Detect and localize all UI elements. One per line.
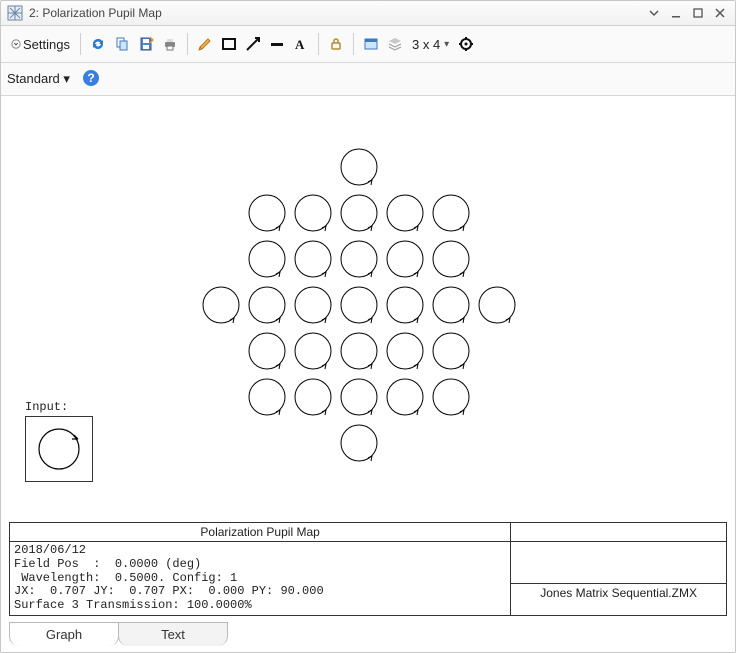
polarization-ellipse [431, 193, 471, 233]
footer-info-table: Polarization Pupil Map 2018/06/12 Field … [9, 522, 727, 616]
copy-icon[interactable] [111, 33, 133, 55]
app-icon [7, 5, 23, 21]
pupil-map-plot [9, 100, 727, 492]
standard-view-dropdown[interactable]: Standard ▾ [7, 71, 70, 87]
footer-heading: Polarization Pupil Map [10, 523, 511, 542]
pencil-icon[interactable] [194, 33, 216, 55]
input-polarization-box: Input: [25, 400, 93, 482]
footer-empty-cell [511, 523, 726, 542]
polarization-ellipse [385, 331, 425, 371]
svg-text:?: ? [87, 71, 94, 85]
rectangle-tool-icon[interactable] [218, 33, 240, 55]
save-icon[interactable] [135, 33, 157, 55]
tab-label: Text [161, 627, 185, 642]
target-reset-icon[interactable] [455, 33, 477, 55]
settings-expander[interactable]: Settings [7, 33, 74, 55]
input-label: Input: [25, 400, 93, 414]
polarization-ellipse [293, 331, 333, 371]
tab-label: Graph [46, 627, 82, 642]
polarization-ellipse [247, 285, 287, 325]
maximize-button[interactable] [689, 4, 707, 22]
polarization-ellipse [385, 377, 425, 417]
app-window: 2: Polarization Pupil Map Settings [0, 0, 736, 653]
polarization-ellipse [247, 239, 287, 279]
polarization-ellipse [293, 193, 333, 233]
polarization-ellipse [339, 423, 379, 463]
chevron-down-icon: ▾ [442, 39, 449, 50]
polarization-ellipse [431, 285, 471, 325]
polarization-ellipse [293, 239, 333, 279]
input-ellipse-icon [35, 425, 83, 473]
grid-dimensions-text: 3 x 4 [412, 37, 440, 52]
svg-text:A: A [295, 37, 305, 52]
input-ellipse-frame [25, 416, 93, 482]
settings-label: Settings [23, 37, 70, 52]
toolbar-separator [80, 33, 81, 55]
polarization-ellipse [339, 147, 379, 187]
window-layout-icon[interactable] [360, 33, 382, 55]
lock-aspect-icon[interactable] [325, 33, 347, 55]
polarization-ellipse [431, 377, 471, 417]
polarization-ellipse [339, 239, 379, 279]
polarization-ellipse [385, 285, 425, 325]
tab-text[interactable]: Text [118, 622, 228, 646]
close-button[interactable] [711, 4, 729, 22]
window-title: 2: Polarization Pupil Map [27, 6, 641, 20]
content-area: Input: Polarization Pupil Map 2018/06/12… [1, 96, 735, 652]
dropdown-menu-button[interactable] [645, 4, 663, 22]
chevron-down-icon: ▾ [63, 71, 70, 86]
refresh-icon[interactable] [87, 33, 109, 55]
toolbar-separator [187, 33, 188, 55]
polarization-ellipse [201, 285, 241, 325]
polarization-ellipse [247, 377, 287, 417]
polarization-ellipse [385, 193, 425, 233]
pupil-grid [9, 100, 727, 492]
grid-dimensions-selector[interactable]: 3 x 4 ▾ [408, 33, 453, 55]
footer-right-cell: Jones Matrix Sequential.ZMX [511, 542, 726, 615]
tab-graph[interactable]: Graph [9, 622, 119, 646]
standard-label: Standard [7, 71, 60, 86]
footer-details-block: 2018/06/12 Field Pos : 0.0000 (deg) Wave… [10, 542, 511, 615]
minimize-button[interactable] [667, 4, 685, 22]
stack-layers-icon[interactable] [384, 33, 406, 55]
help-icon[interactable]: ? [82, 69, 100, 90]
polarization-ellipse [247, 331, 287, 371]
line-weight-icon[interactable] [266, 33, 288, 55]
polarization-ellipse [339, 285, 379, 325]
polarization-ellipse [431, 331, 471, 371]
toolbar-separator [318, 33, 319, 55]
line-arrow-tool-icon[interactable] [242, 33, 264, 55]
polarization-ellipse [477, 285, 517, 325]
polarization-ellipse [385, 239, 425, 279]
bottom-tabs: Graph Text [9, 622, 227, 646]
titlebar: 2: Polarization Pupil Map [1, 1, 735, 26]
polarization-ellipse [339, 377, 379, 417]
toolbar-main: Settings A [1, 26, 735, 63]
polarization-ellipse [431, 239, 471, 279]
footer-filename: Jones Matrix Sequential.ZMX [511, 583, 726, 602]
polarization-ellipse [339, 193, 379, 233]
toolbar-separator [353, 33, 354, 55]
print-icon[interactable] [159, 33, 181, 55]
text-tool-icon[interactable]: A [290, 33, 312, 55]
toolbar-secondary: Standard ▾ ? [1, 63, 735, 96]
polarization-ellipse [247, 193, 287, 233]
polarization-ellipse [293, 285, 333, 325]
polarization-ellipse [293, 377, 333, 417]
polarization-ellipse [339, 331, 379, 371]
